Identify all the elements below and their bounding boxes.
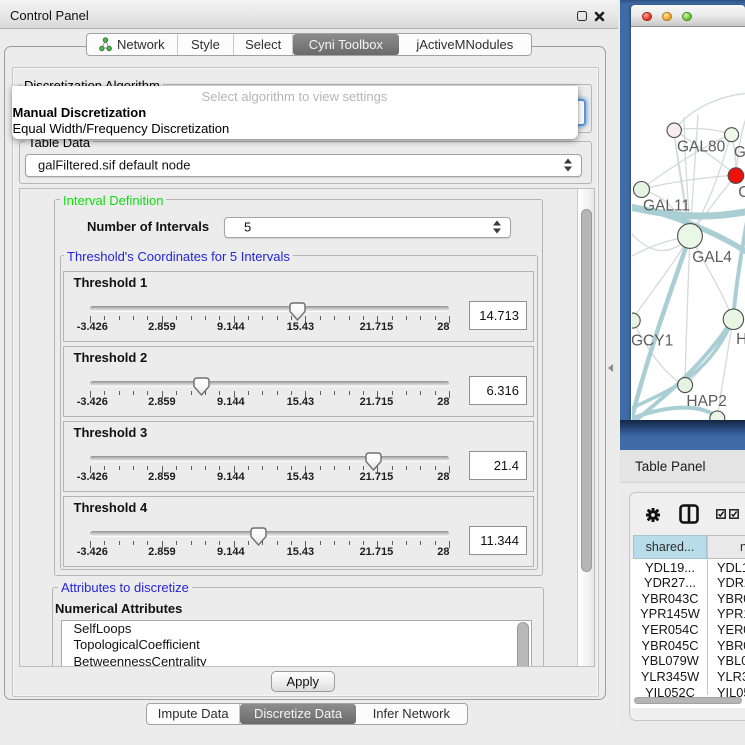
svg-text:HAP2: HAP2 bbox=[686, 393, 727, 410]
svg-text:GAL80: GAL80 bbox=[677, 139, 726, 156]
svg-text:H: H bbox=[736, 331, 745, 348]
svg-text:GAL2: GAL2 bbox=[734, 144, 745, 161]
svg-text:GAL11: GAL11 bbox=[643, 198, 690, 215]
svg-text:GCY1: GCY1 bbox=[632, 332, 673, 349]
svg-text:GAL4: GAL4 bbox=[692, 249, 732, 266]
svg-text:C: C bbox=[738, 184, 745, 201]
